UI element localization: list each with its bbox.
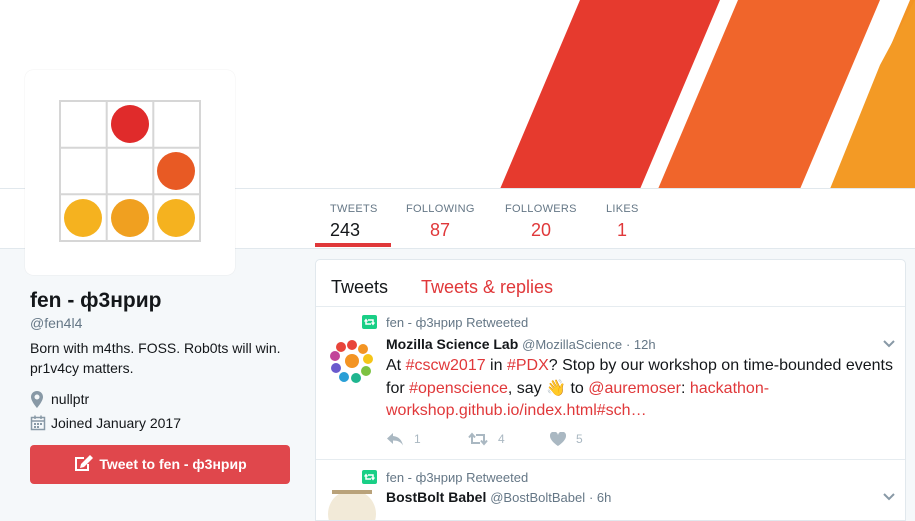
bio-line: Born with m4ths. FOSS. Rob0ts will win. [30,340,281,356]
hashtag-link[interactable]: #cscw2017 [406,357,486,374]
profile-name[interactable]: fen - ф3нрир [30,288,300,314]
profile-joined: Joined January 2017 [30,415,290,433]
retweet-icon [362,315,377,329]
tab-tweets-replies[interactable]: Tweets & replies [421,277,553,297]
avatar-grid-image [59,100,201,242]
tweet-header: Mozilla Science Lab @MozillaScience · 12… [386,336,656,352]
like-count: 5 [576,431,583,446]
tweet-author-handle[interactable]: @MozillaScience [522,337,622,352]
tweet-author-handle[interactable]: @BostBoltBabel [490,490,585,505]
tweet-author-name[interactable]: BostBolt Babel [386,489,486,505]
tweet-author-name[interactable]: Mozilla Science Lab [386,336,518,352]
tweet-item[interactable]: fen - ф3нрир Retweeted BostBolt Babel @B… [316,460,905,520]
tweet-to-label: Tweet to fen - ф3нрир [99,456,247,472]
retweet-icon [468,432,488,446]
retweet-context[interactable]: fen - ф3нрир Retweeted [386,315,528,330]
location-text: nullptr [51,391,90,407]
reply-icon [387,432,403,446]
tweet-text: At #cscw2017 in #PDX? Stop by our worksh… [386,355,896,423]
chevron-down-icon[interactable] [883,340,895,348]
stat-value: 87 [430,220,451,240]
hashtag-link[interactable]: #openscience [409,380,508,397]
tweet-header: BostBolt Babel @BostBoltBabel · 6h [386,489,611,505]
tweet-text-part: to [566,379,589,397]
timeline-tabs: Tweets Tweets & replies [316,260,905,307]
stat-label: FOLLOWING [406,203,475,215]
stat-label: TWEETS [330,203,378,215]
reply-count: 1 [414,431,421,446]
waving-hand-emoji: 👋 [546,379,567,397]
retweet-icon [362,470,377,484]
profile-location: nullptr [30,391,290,409]
like-button[interactable]: 5 [549,431,583,446]
reply-button[interactable]: 1 [386,431,421,446]
retweet-context[interactable]: fen - ф3нрир Retweeted [386,470,528,485]
tweet-text-part: , say [507,379,547,397]
joined-text: Joined January 2017 [51,415,181,431]
bio-line: pr1v4cy matters. [30,360,134,376]
stat-label: FOLLOWERS [505,203,577,215]
retweet-count: 4 [498,431,505,446]
tweet-text-part: : [680,379,690,397]
calendar-icon [30,415,46,431]
location-icon [31,391,43,408]
tab-tweets[interactable]: Tweets [331,277,388,297]
tweet-timestamp[interactable]: · 12h [626,337,656,352]
stat-following[interactable]: FOLLOWING 87 [406,202,475,241]
tweet-to-button[interactable]: Tweet to fen - ф3нрир [30,445,290,484]
stat-value: 243 [330,220,361,240]
stat-value: 20 [531,220,552,240]
hashtag-link[interactable]: #PDX [507,357,549,374]
profile-avatar[interactable] [25,70,235,275]
timeline: Tweets Tweets & replies fen - ф3нрир Ret… [315,259,906,521]
profile-bio: Born with m4ths. FOSS. Rob0ts will win. … [30,338,300,378]
stat-tweets[interactable]: TWEETS 243 [330,202,378,241]
profile-info: fen - ф3нрир @fen4l4 Born with m4ths. FO… [30,288,300,378]
tweet-timestamp[interactable]: · 6h [589,490,611,505]
stat-followers[interactable]: FOLLOWERS 20 [505,202,577,241]
profile-handle[interactable]: @fen4l4 [30,315,300,331]
stat-label: LIKES [606,203,639,215]
like-icon [549,431,567,446]
active-tab-underline [315,243,391,247]
tweet-item[interactable]: fen - ф3нрир Retweeted Mozilla Science L… [316,307,905,460]
tweet-text-part: At [386,357,406,374]
tweet-author-avatar[interactable] [328,337,376,385]
mention-link[interactable]: @auremoser [588,380,681,397]
chevron-down-icon[interactable] [883,493,895,501]
compose-icon [75,454,94,471]
stat-value: 1 [617,220,628,240]
tweet-text-part: in [485,357,507,374]
stat-likes[interactable]: LIKES 1 [606,202,639,241]
retweet-button[interactable]: 4 [468,431,505,446]
